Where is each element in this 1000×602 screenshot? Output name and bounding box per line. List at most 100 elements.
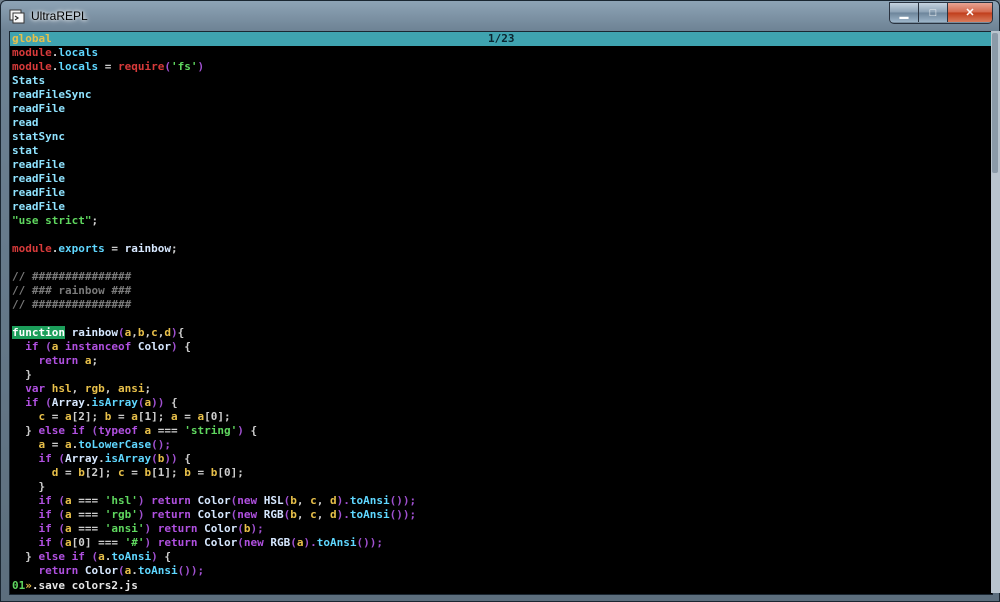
code-token: if bbox=[12, 452, 59, 465]
code-token: [1]; bbox=[151, 466, 185, 479]
code-token: 'rgb' bbox=[104, 508, 138, 521]
code-token: c bbox=[310, 508, 317, 521]
code-token: module bbox=[12, 46, 52, 59]
code-token: { bbox=[250, 424, 258, 437]
code-token: = bbox=[190, 466, 211, 479]
code-token: d bbox=[164, 326, 171, 339]
code-token: stat bbox=[12, 144, 39, 157]
code-token: c bbox=[117, 466, 125, 479]
code-token: // ############### bbox=[12, 298, 132, 311]
code-token: . bbox=[98, 452, 105, 465]
code-token: ) bbox=[237, 424, 251, 437]
code-token: b bbox=[290, 508, 297, 521]
code-token: , bbox=[71, 382, 85, 395]
code-token: = bbox=[124, 466, 145, 479]
code-token: [2]; bbox=[84, 466, 118, 479]
code-token: ( bbox=[58, 494, 65, 507]
code-token: [0]; bbox=[217, 466, 244, 479]
code-line: } else if (typeof a === 'string') { bbox=[12, 424, 416, 438]
code-line: // ############### bbox=[12, 270, 416, 284]
code-token: new bbox=[237, 494, 264, 507]
app-window: UltraREPL ▁ □ ✕ global 1/23 module.local… bbox=[0, 0, 1000, 602]
code-token: a bbox=[171, 410, 178, 423]
code-token: ()); bbox=[389, 494, 417, 507]
code-line: } else if (a.toAnsi) { bbox=[12, 550, 416, 564]
code-token: ( bbox=[58, 522, 65, 535]
code-token: a bbox=[64, 494, 72, 507]
code-line: readFile bbox=[12, 186, 416, 200]
console-area[interactable]: global 1/23 module.locals module.locals =… bbox=[9, 31, 993, 595]
code-line: statSync bbox=[12, 130, 416, 144]
code-line: function rainbow(a,b,c,d){ bbox=[12, 326, 416, 340]
minimize-button[interactable]: ▁ bbox=[890, 3, 919, 22]
code-token: a bbox=[64, 508, 72, 521]
code-token: 'fs' bbox=[170, 60, 198, 73]
code-token: d bbox=[329, 508, 337, 521]
code-token: ()); bbox=[389, 508, 417, 521]
code-token: [0] === bbox=[71, 536, 125, 549]
code-token: Color bbox=[137, 340, 171, 353]
scrollbar-thumb[interactable] bbox=[992, 33, 998, 173]
code-token: Color bbox=[197, 494, 231, 507]
code-line: // ### rainbow ### bbox=[12, 284, 416, 298]
code-line: Stats bbox=[12, 74, 416, 88]
close-button[interactable]: ✕ bbox=[948, 3, 992, 22]
code-token: )) bbox=[164, 452, 185, 465]
code-token: readFile bbox=[12, 102, 65, 115]
code-token: if bbox=[12, 508, 59, 521]
code-line: "use strict"; bbox=[12, 214, 416, 228]
app-icon bbox=[9, 8, 25, 24]
code-token: ( bbox=[58, 536, 65, 549]
code-token: = bbox=[58, 466, 79, 479]
code-token: c bbox=[12, 410, 46, 423]
code-token: ( bbox=[117, 564, 125, 577]
code-token: ( bbox=[117, 326, 125, 339]
code-token: module bbox=[12, 60, 52, 73]
code-token: a bbox=[98, 550, 105, 563]
code-line: if (a === 'rgb') return Color(new RGB(b,… bbox=[12, 508, 416, 522]
code-line: readFile bbox=[12, 172, 416, 186]
code-token: a bbox=[64, 536, 72, 549]
code-token: Color bbox=[204, 522, 238, 535]
code-token: Color bbox=[204, 536, 238, 549]
code-token: c bbox=[310, 494, 317, 507]
code-line: return Color(a.toAnsi()); bbox=[12, 564, 416, 578]
code-line: } bbox=[12, 368, 416, 382]
code-token: RGB bbox=[263, 508, 284, 521]
code-token: '#' bbox=[124, 536, 145, 549]
code-token: , bbox=[316, 508, 330, 521]
code-token: Array bbox=[51, 396, 85, 409]
code-token: a bbox=[131, 410, 138, 423]
code-token: ()); bbox=[177, 564, 205, 577]
code-token: else if bbox=[38, 424, 92, 437]
code-token: ( bbox=[45, 340, 52, 353]
code-token: return bbox=[157, 536, 205, 549]
code-line: readFile bbox=[12, 102, 416, 116]
scrollbar[interactable] bbox=[991, 31, 1000, 593]
code-token: HSL bbox=[263, 494, 284, 507]
code-token: } bbox=[12, 368, 32, 381]
code-token: { bbox=[164, 550, 171, 563]
code-token: = bbox=[104, 242, 125, 255]
command-prompt[interactable]: 01».save colors2.js bbox=[12, 579, 138, 593]
code-token: ( bbox=[237, 522, 244, 535]
code-line: if (a instanceof Color) { bbox=[12, 340, 416, 354]
code-token: return bbox=[12, 564, 85, 577]
prompt-input[interactable]: .save colors2.js bbox=[32, 579, 138, 592]
code-output: module.locals module.locals = require('fs… bbox=[12, 46, 416, 578]
code-token: c bbox=[151, 326, 158, 339]
code-token: instanceof bbox=[65, 340, 138, 353]
code-line: return a; bbox=[12, 354, 416, 368]
title-bar[interactable]: UltraREPL ▁ □ ✕ bbox=[1, 1, 999, 31]
window-title: UltraREPL bbox=[31, 9, 88, 23]
maximize-button[interactable]: □ bbox=[919, 3, 948, 22]
code-token: new bbox=[243, 536, 271, 549]
code-token: return bbox=[12, 354, 85, 367]
code-token: return bbox=[151, 494, 198, 507]
maximize-icon: □ bbox=[929, 6, 937, 19]
code-token: 'hsl' bbox=[104, 494, 138, 507]
code-token: ) bbox=[197, 60, 205, 73]
code-token: ) bbox=[144, 536, 158, 549]
